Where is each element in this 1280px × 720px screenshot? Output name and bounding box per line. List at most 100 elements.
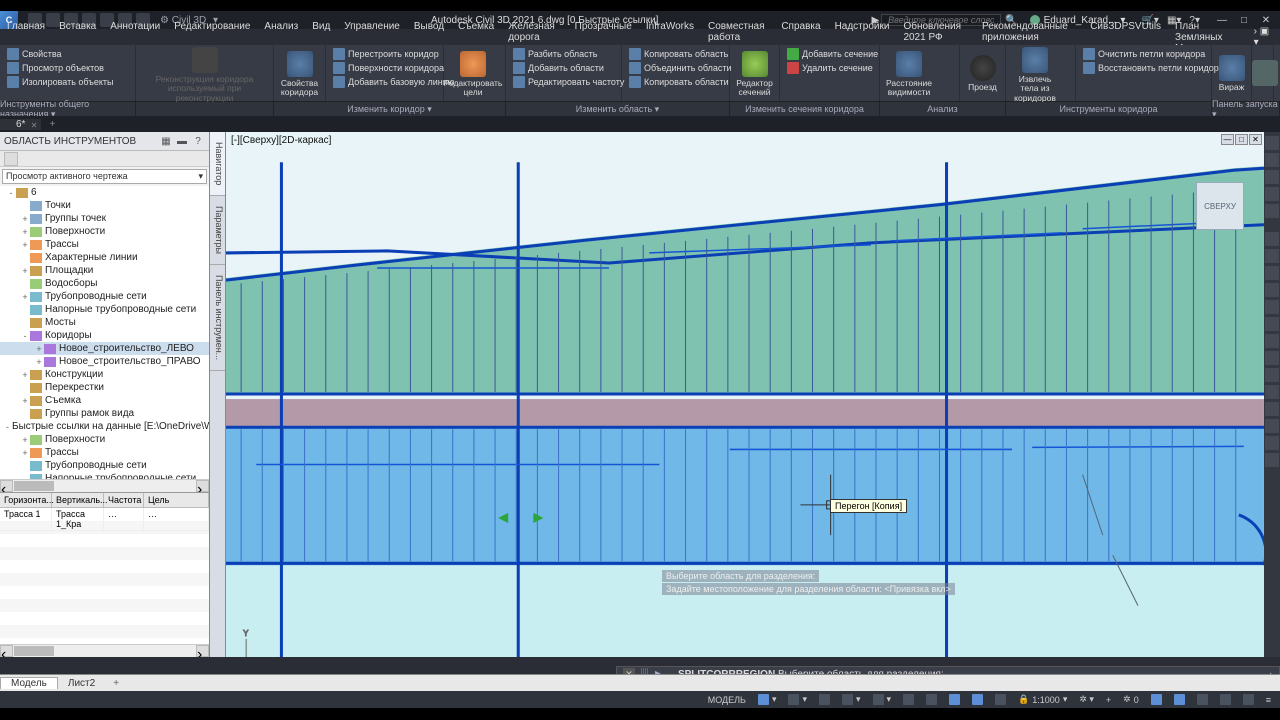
nav-zoom-icon[interactable] xyxy=(1265,187,1279,201)
isolate-objects-button[interactable]: Изолировать объекты xyxy=(4,75,117,89)
panel-label-launch[interactable]: Панель запуска ▾ xyxy=(1212,102,1280,116)
toolspace-btn1[interactable] xyxy=(4,152,18,166)
status-grid-icon[interactable]: ▾ xyxy=(753,694,782,705)
status-btn-b[interactable] xyxy=(1169,694,1190,705)
grid-row[interactable]: Трасса 1 Трасса 1_Кра … … xyxy=(0,508,209,531)
panel-label-region[interactable]: Изменить область ▾ xyxy=(506,102,730,116)
status-plus-icon[interactable]: + xyxy=(1101,695,1116,705)
tree-node[interactable]: +Конструкции xyxy=(0,368,209,381)
add-layout-button[interactable]: + xyxy=(105,678,127,689)
tool-icon-1[interactable] xyxy=(1265,232,1279,246)
panel-label-tools[interactable]: Инструменты общего назначения ▾ xyxy=(0,102,136,116)
grid-scrollbar-h[interactable]: ‹› xyxy=(0,644,209,657)
tree-node[interactable]: Точки xyxy=(0,199,209,212)
properties-button[interactable]: Свойства xyxy=(4,47,117,61)
status-annoscale-icon[interactable] xyxy=(990,694,1011,705)
tree-node[interactable]: Напорные трубопроводные сети xyxy=(0,303,209,316)
status-otrack-icon[interactable] xyxy=(898,694,919,705)
tool-icon-12[interactable] xyxy=(1265,419,1279,433)
tool-icon-8[interactable] xyxy=(1265,351,1279,365)
status-transparency-icon[interactable] xyxy=(944,694,965,705)
toolspace-tree[interactable]: -6Точки+Группы точек+Поверхности+ТрассыХ… xyxy=(0,186,209,479)
tree-node[interactable]: +Новое_строительство_ПРАВО xyxy=(0,355,209,368)
add-section-button[interactable]: Добавить сечение xyxy=(784,47,881,61)
col-target[interactable]: Цель xyxy=(144,493,209,507)
sidetab-toolbox[interactable]: Панель инструмен... xyxy=(210,265,225,371)
tree-node[interactable]: Напорные трубопроводные сети xyxy=(0,472,209,479)
nav-orbit-icon[interactable] xyxy=(1265,204,1279,218)
new-tab-button[interactable]: + xyxy=(41,119,63,130)
status-scale[interactable]: 🔒 1:1000 ▾ xyxy=(1013,694,1072,705)
status-polar-icon[interactable]: ▾ xyxy=(837,694,866,705)
merge-regions-button[interactable]: Объединить области xyxy=(626,61,735,75)
nav-wheel-icon[interactable] xyxy=(1265,153,1279,167)
tool-icon-11[interactable] xyxy=(1265,402,1279,416)
sidetab-settings[interactable]: Параметры xyxy=(210,196,225,265)
tree-node[interactable]: Водосборы xyxy=(0,277,209,290)
status-customize-icon[interactable]: ≡ xyxy=(1261,695,1276,705)
status-btn-c[interactable] xyxy=(1192,694,1213,705)
copy-regions-button[interactable]: Копировать области xyxy=(626,75,735,89)
toolspace-pin-icon[interactable]: ▬ xyxy=(175,134,189,148)
status-btn-a[interactable] xyxy=(1146,694,1167,705)
tool-icon-3[interactable] xyxy=(1265,266,1279,280)
viewport-maximize[interactable]: □ xyxy=(1235,134,1248,145)
status-gear-icon[interactable]: ✲ ▾ xyxy=(1074,694,1099,705)
tree-node[interactable]: +Поверхности xyxy=(0,433,209,446)
status-snap-icon[interactable]: ▾ xyxy=(783,694,812,705)
delete-section-button[interactable]: Удалить сечение xyxy=(784,61,881,75)
tab-close-icon[interactable]: ✕ xyxy=(31,121,38,130)
tree-node[interactable]: +Съемка xyxy=(0,394,209,407)
object-viewer-button[interactable]: Просмотр объектов xyxy=(4,61,117,75)
tool-icon-13[interactable] xyxy=(1265,436,1279,450)
edit-targets-button[interactable]: Редактировать цели xyxy=(448,47,498,101)
tree-node[interactable]: +Трассы xyxy=(0,238,209,251)
viewport-label[interactable]: [-][Сверху][2D-каркас] xyxy=(231,135,331,146)
close-panel-button[interactable] xyxy=(1256,47,1274,101)
tree-node[interactable]: +Трассы xyxy=(0,446,209,459)
tab-model[interactable]: Модель xyxy=(0,677,58,689)
status-btn-d[interactable] xyxy=(1215,694,1236,705)
viewport-minimize[interactable]: — xyxy=(1221,134,1234,145)
restore-bowties-button[interactable]: Восстановить петли коридора xyxy=(1080,61,1227,75)
nav-home-icon[interactable] xyxy=(1265,136,1279,150)
superelevation-button[interactable]: Вираж xyxy=(1216,47,1247,101)
col-horiz[interactable]: Горизонта... xyxy=(0,493,52,507)
status-cycling-icon[interactable] xyxy=(967,694,988,705)
panel-label-edit[interactable]: Изменить коридор ▾ xyxy=(274,102,506,116)
tree-node[interactable]: Трубопроводные сети xyxy=(0,459,209,472)
tool-icon-5[interactable] xyxy=(1265,300,1279,314)
tool-icon-6[interactable] xyxy=(1265,317,1279,331)
drawing-canvas[interactable]: [-][Сверху][2D-каркас] — □ ✕ СВЕРХУ xyxy=(226,132,1264,657)
corridor-properties-button[interactable]: Свойства коридора xyxy=(278,47,321,101)
copy-region-button[interactable]: Копировать область xyxy=(626,47,735,61)
col-freq[interactable]: Частота xyxy=(104,493,144,507)
tool-icon-14[interactable] xyxy=(1265,453,1279,467)
toolspace-help-icon[interactable]: ? xyxy=(191,134,205,148)
tree-scrollbar-h[interactable]: ‹› xyxy=(0,479,209,492)
tree-node[interactable]: -Быстрые ссылки на данные [E:\OneDrive\W… xyxy=(0,420,209,433)
status-lwt-icon[interactable] xyxy=(921,694,942,705)
tool-icon-4[interactable] xyxy=(1265,283,1279,297)
status-osnap-icon[interactable]: ▾ xyxy=(868,694,897,705)
tool-icon-10[interactable] xyxy=(1265,385,1279,399)
tree-node[interactable]: +Поверхности xyxy=(0,225,209,238)
tree-node[interactable]: Характерные линии xyxy=(0,251,209,264)
split-region-button[interactable]: Разбить область xyxy=(510,47,627,61)
tab-sheet[interactable]: Лист2 xyxy=(58,678,105,689)
tree-node[interactable]: +Трубопроводные сети xyxy=(0,290,209,303)
sidetab-navigator[interactable]: Навигатор xyxy=(210,132,225,196)
status-btn-e[interactable] xyxy=(1238,694,1259,705)
tool-icon-9[interactable] xyxy=(1265,368,1279,382)
status-ortho-icon[interactable] xyxy=(814,694,835,705)
edit-frequency-button[interactable]: Редактировать частоту xyxy=(510,75,627,89)
status-mode[interactable]: МОДЕЛЬ xyxy=(703,695,751,705)
toolspace-layout-icon[interactable]: ▦ xyxy=(159,134,173,148)
rebuild-corridor-button[interactable]: Перестроить коридор xyxy=(330,47,458,61)
toolspace-filter-dropdown[interactable]: Просмотр активного чертежа▾ xyxy=(2,169,207,184)
col-vert[interactable]: Вертикаль... xyxy=(52,493,104,507)
add-regions-button[interactable]: Добавить области xyxy=(510,61,627,75)
tool-icon-2[interactable] xyxy=(1265,249,1279,263)
file-tab[interactable]: 6*✕ xyxy=(0,119,41,130)
status-angle[interactable]: ✲ 0 xyxy=(1118,694,1144,705)
